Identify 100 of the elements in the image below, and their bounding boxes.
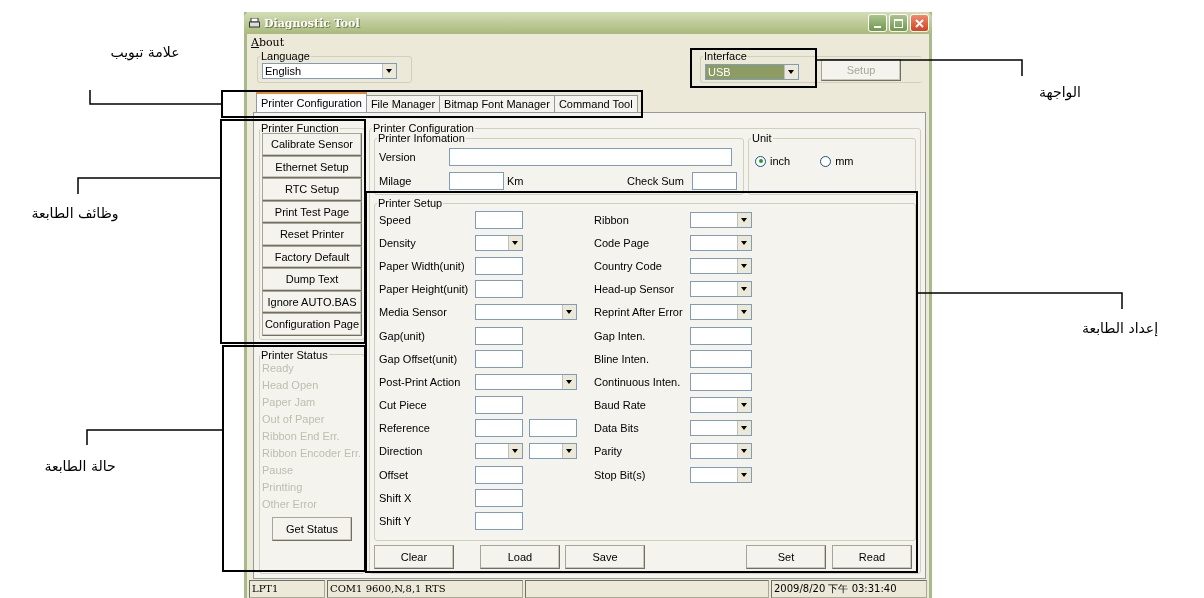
tab[interactable]: Bitmap Font Manager — [439, 95, 555, 112]
tab[interactable]: Printer Configuration — [256, 92, 367, 112]
menu-item[interactable]: About — [251, 36, 285, 49]
field-label: Country Code — [594, 259, 663, 272]
text-field[interactable] — [475, 349, 523, 368]
action-button[interactable]: Clear — [374, 545, 454, 569]
maximize-button[interactable] — [889, 14, 908, 32]
dropdown[interactable] — [475, 304, 577, 321]
status-label: Printting — [262, 479, 304, 495]
close-button[interactable] — [910, 14, 929, 32]
action-button[interactable]: Set — [746, 545, 826, 569]
status-port: LPT1 — [249, 580, 325, 598]
get-status-button[interactable]: Get Status — [272, 516, 352, 541]
dropdown[interactable] — [475, 373, 577, 390]
field-label: Version — [379, 151, 417, 163]
status-label: Ribbon End Err. — [262, 428, 341, 444]
dropdown[interactable] — [475, 234, 523, 251]
function-button[interactable]: Dump Text — [262, 268, 362, 291]
field-label: Paper Width(unit) — [379, 259, 466, 272]
group-title: Printer Configuration — [372, 123, 475, 133]
text-field[interactable] — [475, 419, 523, 438]
status-label: Paper Jam — [262, 394, 317, 410]
dropdown[interactable] — [690, 420, 752, 437]
status-label: Pause — [262, 462, 295, 478]
text-field[interactable] — [475, 512, 523, 531]
field-label: Shift Y — [379, 515, 413, 528]
group-title: Printer Function — [260, 123, 340, 133]
field-label: Gap Inten. — [594, 329, 647, 342]
unit-label: Km — [507, 175, 525, 187]
printer-icon — [249, 18, 260, 28]
function-button[interactable]: Ethernet Setup — [262, 155, 362, 178]
group-title: Unit — [751, 133, 773, 143]
field-label: Direction — [379, 445, 424, 458]
field-label: Cut Piece — [379, 399, 428, 412]
dropdown[interactable] — [529, 443, 577, 460]
action-button[interactable]: Load — [480, 545, 560, 569]
minimize-button[interactable] — [868, 14, 887, 32]
status-label: Ribbon Encoder Err. — [262, 445, 362, 461]
dropdown[interactable] — [690, 281, 752, 298]
tab[interactable]: File Manager — [365, 95, 441, 112]
dropdown[interactable] — [475, 443, 523, 460]
milage-field[interactable] — [449, 172, 504, 190]
callout-label: الواجهة — [1039, 84, 1081, 100]
language-dropdown[interactable]: English — [262, 63, 397, 79]
text-field[interactable] — [475, 210, 523, 229]
text-field[interactable] — [475, 256, 523, 275]
field-label: Continuous Inten. — [594, 375, 682, 388]
text-field[interactable] — [475, 396, 523, 415]
check-sum-field[interactable] — [692, 172, 737, 190]
function-button[interactable]: RTC Setup — [262, 178, 362, 201]
text-field[interactable] — [690, 326, 752, 345]
text-field[interactable] — [690, 349, 752, 368]
window-title: Diagnostic Tool — [264, 16, 360, 30]
function-button[interactable]: Calibrate Sensor — [262, 133, 362, 156]
text-field[interactable] — [529, 419, 577, 438]
field-label: Post-Print Action — [379, 375, 462, 388]
text-field[interactable] — [475, 488, 523, 507]
action-button[interactable]: Save — [565, 545, 645, 569]
group-title: Printer Status — [260, 349, 329, 360]
function-button[interactable]: Configuration Page — [262, 313, 362, 336]
text-field[interactable] — [475, 280, 523, 299]
callout-label: وظائف الطابعة — [31, 205, 119, 221]
field-label: Reprint After Error — [594, 306, 684, 319]
field-label: Parity — [594, 445, 624, 458]
close-icon — [915, 18, 924, 28]
group-title: Interface — [703, 51, 748, 61]
field-label: Data Bits — [594, 422, 640, 435]
version-field[interactable] — [449, 148, 732, 166]
text-field[interactable] — [690, 372, 752, 391]
action-button[interactable]: Read — [832, 545, 912, 569]
status-com: COM1 9600,N,8,1 RTS — [327, 580, 523, 598]
field-label: Stop Bit(s) — [594, 468, 647, 481]
radio-option[interactable]: inch — [755, 155, 791, 167]
callout-label: علامة تبويب — [110, 44, 180, 60]
field-label: Bline Inten. — [594, 352, 651, 365]
field-label: Gap Offset(unit) — [379, 352, 459, 365]
group-title: Language — [260, 51, 311, 61]
function-button[interactable]: Ignore AUTO.BAS — [262, 290, 362, 313]
dropdown[interactable] — [690, 466, 752, 483]
dropdown[interactable] — [690, 304, 752, 321]
function-button[interactable]: Print Test Page — [262, 200, 362, 223]
field-label: Speed — [379, 213, 412, 226]
dropdown[interactable] — [690, 397, 752, 414]
dropdown[interactable] — [690, 257, 752, 274]
function-button[interactable]: Reset Printer — [262, 223, 362, 246]
status-label: Head Open — [262, 377, 320, 393]
dropdown[interactable] — [690, 211, 752, 228]
callout-label: إعداد الطابعة — [1081, 320, 1159, 336]
field-label: Code Page — [594, 236, 651, 249]
text-field[interactable] — [475, 326, 523, 345]
field-label: Head-up Sensor — [594, 283, 676, 296]
text-field[interactable] — [475, 465, 523, 484]
function-button[interactable]: Factory Default — [262, 245, 362, 268]
dropdown[interactable] — [690, 234, 752, 251]
field-label: Check Sum — [627, 175, 685, 187]
radio-option[interactable]: mm — [820, 155, 854, 167]
tab[interactable]: Command Tool — [553, 95, 638, 112]
field-label: Baud Rate — [594, 399, 647, 412]
dropdown[interactable] — [690, 443, 752, 460]
field-label: Offset — [379, 468, 410, 481]
